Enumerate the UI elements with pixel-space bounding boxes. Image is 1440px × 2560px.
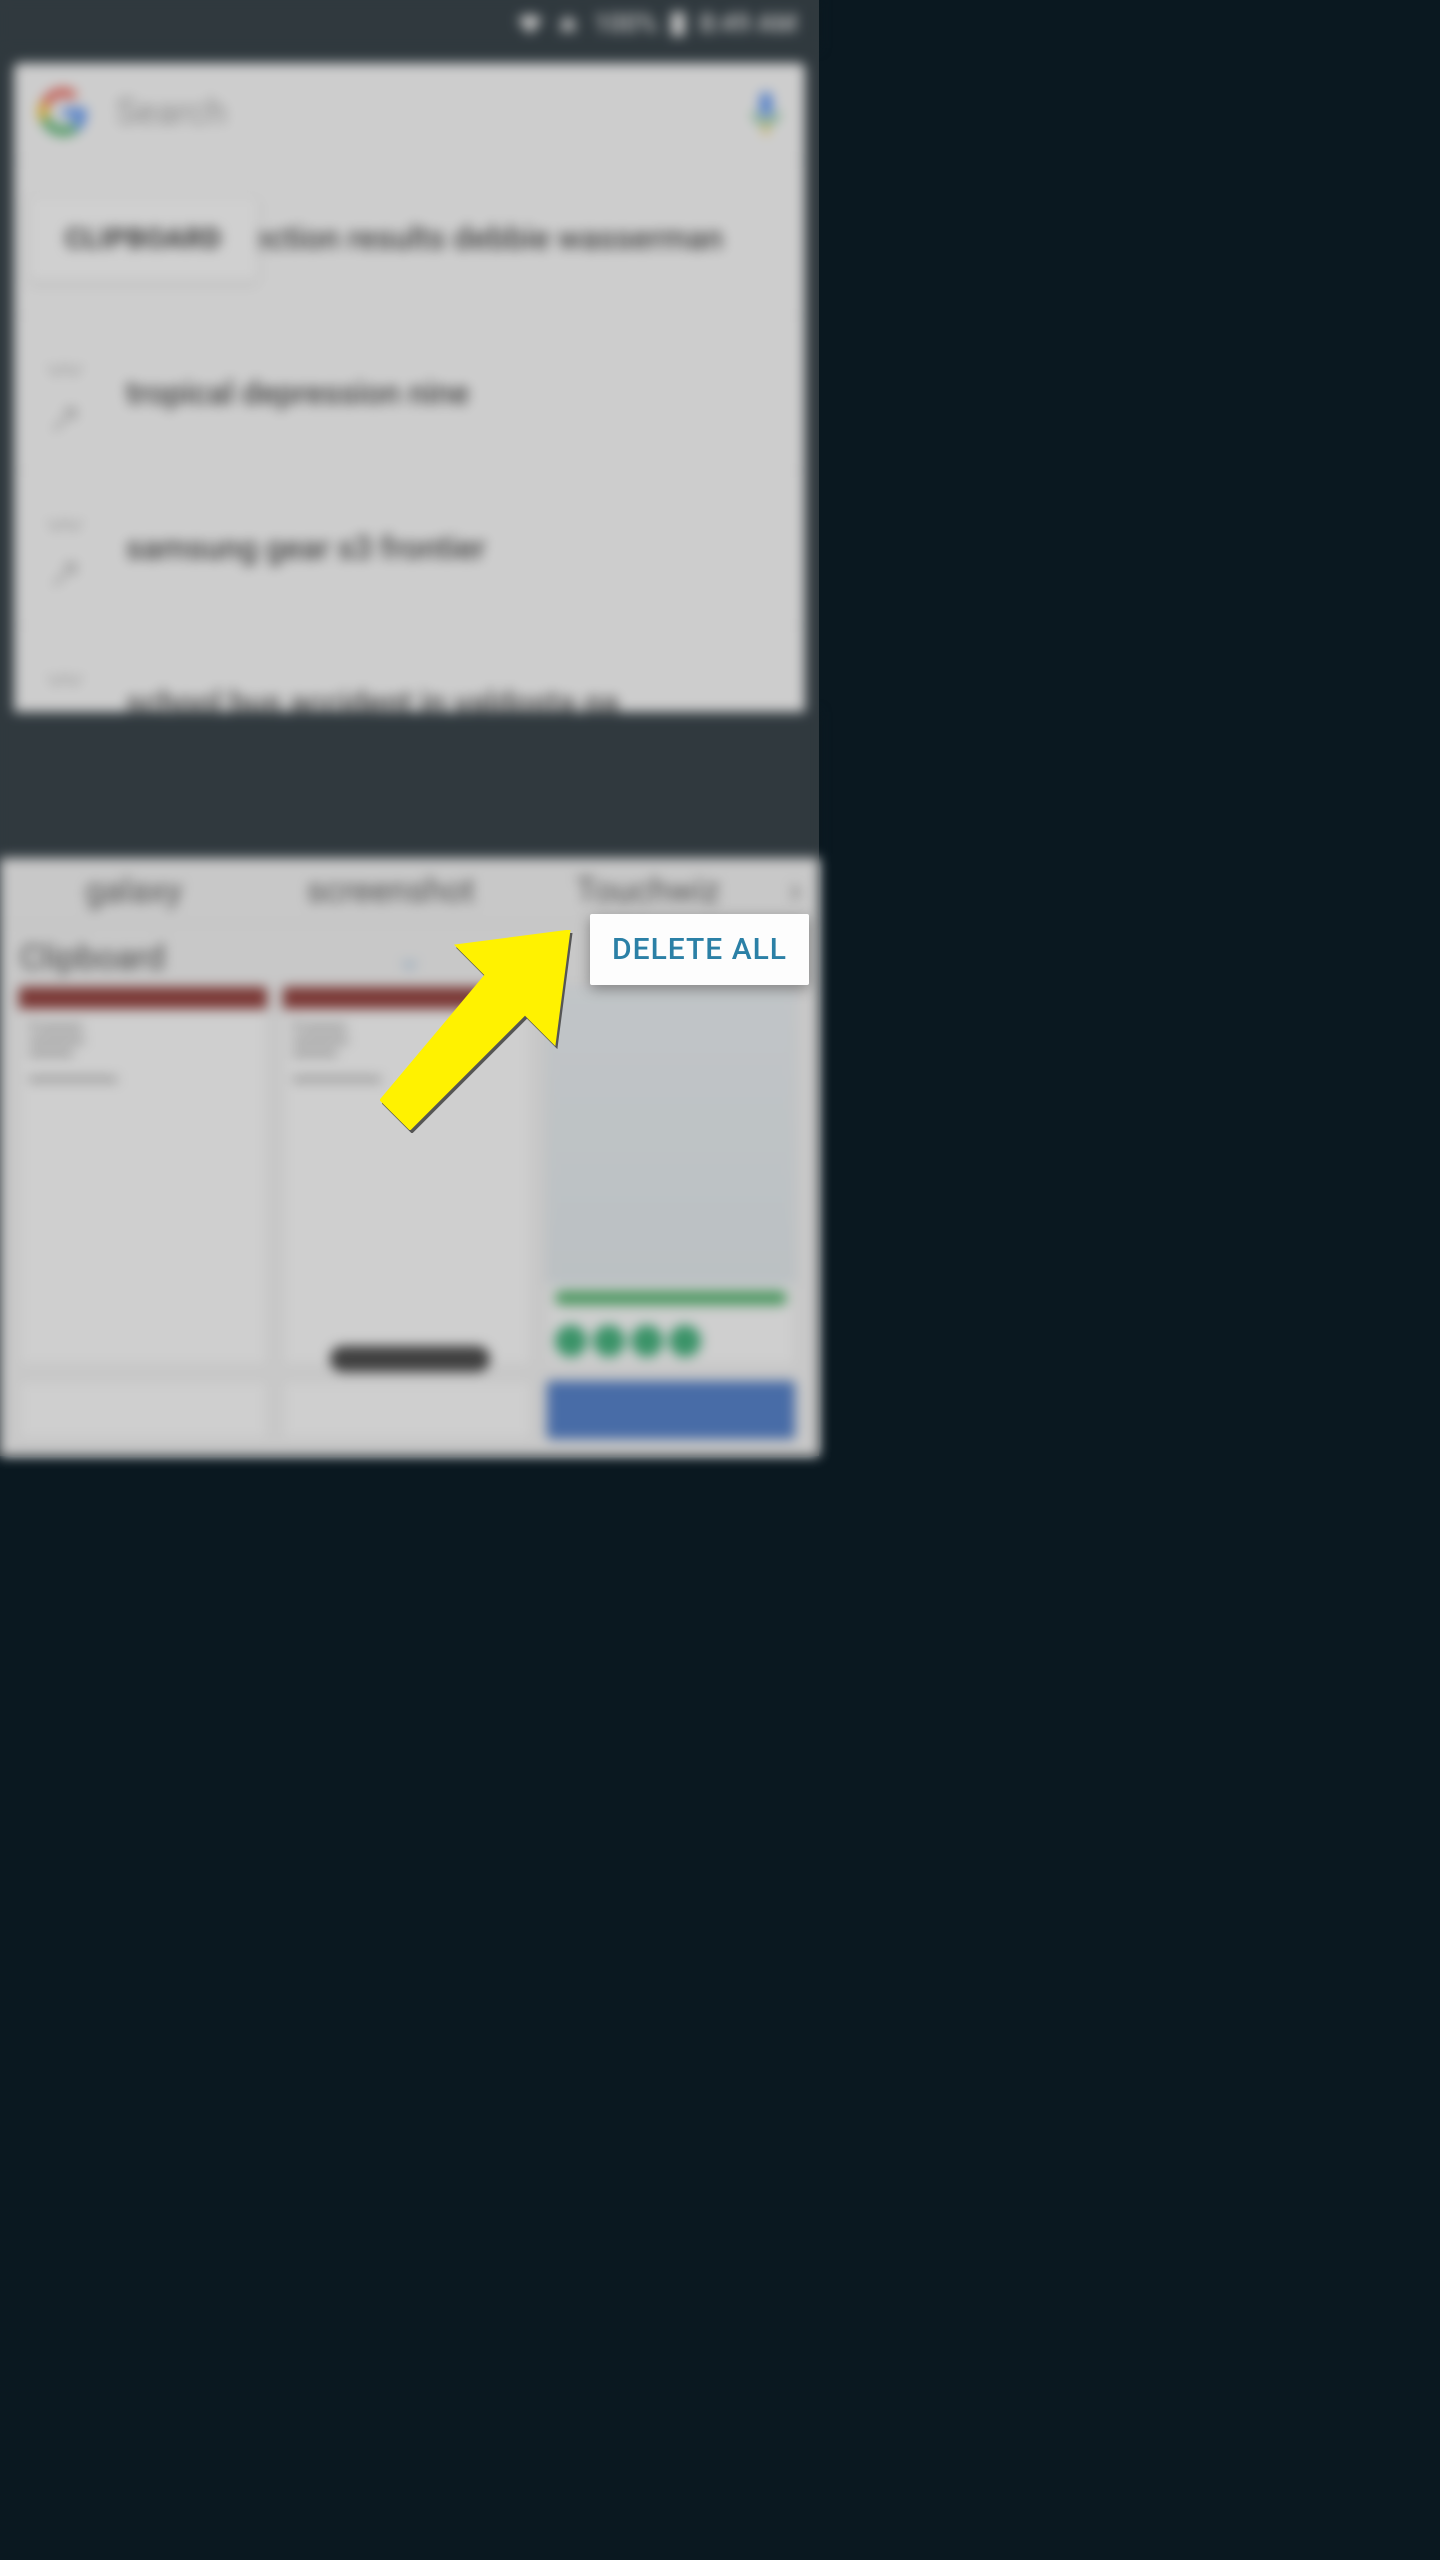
kb-suggestion[interactable]: Touchwiz [524,871,771,911]
trending-icon: 〰↗ [48,344,92,442]
trending-suggestion[interactable]: 〰↗ tropical depression nine [14,316,805,471]
clipboard-title: Clipboard [20,938,165,978]
google-logo-icon [38,87,88,137]
clipboard-chip[interactable]: CLIPBOARD [28,195,259,282]
status-bar: 100% 8:49 AM [0,0,819,48]
clipboard-item[interactable] [282,1380,532,1440]
suggestion-text: tropical depression nine [126,375,469,412]
kb-suggestion[interactable]: galaxy [10,871,257,911]
wifi-icon [518,12,542,36]
home-indicator [330,1346,490,1372]
clipboard-grid: ■ ▬▬▬▬▬▬▬▬▬▬▬▬▬▬▬▬▬▬▬▬▬ ■ ▬▬▬▬▬▬▬▬▬▬▬▬▬▬… [0,986,819,1366]
suggestion-text: samsung gear s3 frontier [126,530,486,567]
clipboard-item[interactable]: ■ ▬▬▬▬▬▬▬▬▬▬▬▬▬▬▬▬▬▬▬▬▬ [282,986,532,1366]
chevron-right-icon[interactable]: › [782,869,809,913]
mic-icon[interactable] [751,92,781,132]
chevron-down-icon[interactable]: ⌄ [395,938,424,978]
delete-all-button[interactable]: DELETE ALL [590,914,809,985]
search-input[interactable]: Search [116,91,723,133]
clipboard-item[interactable] [546,1380,796,1440]
location-icon [556,12,580,36]
trending-suggestion[interactable]: 〰↗ samsung gear s3 frontier [14,471,805,626]
clipboard-item[interactable]: ■ ▬▬▬▬▬▬▬▬▬▬▬▬▬▬▬▬▬▬▬▬▬ [18,986,268,1366]
clipboard-item[interactable] [18,1380,268,1440]
status-time: 8:49 AM [699,9,797,39]
battery-icon [671,12,685,36]
kb-suggestion[interactable]: screenshot [267,871,514,911]
search-bar[interactable]: Search [14,63,805,161]
trending-icon: 〰↗ [48,499,92,597]
clipboard-item[interactable] [546,986,796,1366]
battery-percent: 100% [594,9,657,39]
